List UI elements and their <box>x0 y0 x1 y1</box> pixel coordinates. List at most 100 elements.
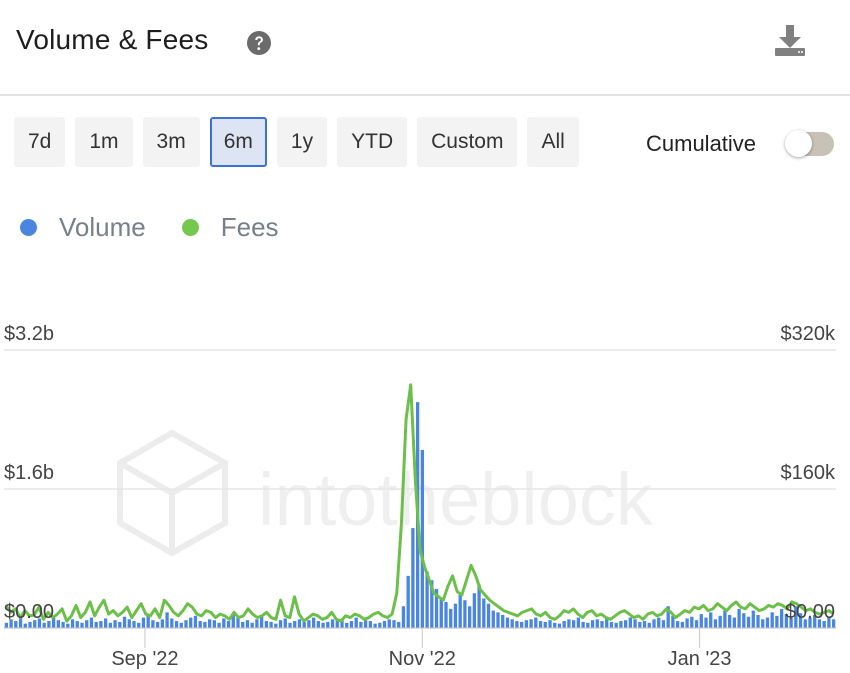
toggle-knob[interactable] <box>785 130 812 157</box>
volume-bar[interactable] <box>226 621 231 628</box>
volume-bar[interactable] <box>411 528 415 628</box>
volume-bar[interactable] <box>118 621 122 628</box>
volume-bar[interactable] <box>354 617 358 628</box>
volume-bar[interactable] <box>657 617 661 628</box>
volume-bar[interactable] <box>141 617 146 628</box>
legend-item-fees[interactable]: Fees <box>181 212 279 243</box>
volume-bar[interactable] <box>761 619 765 628</box>
volume-bar[interactable] <box>179 622 183 628</box>
volume-bar[interactable] <box>562 621 566 628</box>
volume-bar[interactable] <box>571 620 576 628</box>
volume-bar[interactable] <box>122 616 127 628</box>
volume-bar[interactable] <box>363 620 368 628</box>
volume-bar[interactable] <box>742 613 746 628</box>
volume-bar[interactable] <box>321 622 325 628</box>
volume-bar[interactable] <box>510 619 514 628</box>
volume-bar[interactable] <box>699 614 703 628</box>
volume-bar[interactable] <box>274 623 278 628</box>
volume-bar[interactable] <box>132 621 136 628</box>
range-button-custom[interactable]: Custom <box>417 117 518 167</box>
volume-bar[interactable] <box>4 622 9 628</box>
volume-bar[interactable] <box>278 620 283 628</box>
volume-bar[interactable] <box>349 621 354 628</box>
volume-bar[interactable] <box>519 621 524 628</box>
volume-bar[interactable] <box>557 623 562 628</box>
range-button-1y[interactable]: 1y <box>276 117 328 167</box>
volume-bar[interactable] <box>704 617 708 628</box>
volume-bar[interactable] <box>401 606 406 628</box>
volume-bar[interactable] <box>534 617 538 628</box>
volume-bar[interactable] <box>316 621 321 628</box>
volume-bar[interactable] <box>89 617 94 628</box>
volume-bar[interactable] <box>359 621 363 628</box>
volume-bar[interactable] <box>619 621 623 628</box>
volume-bar[interactable] <box>94 621 98 628</box>
volume-bar[interactable] <box>567 619 571 628</box>
volume-bar[interactable] <box>727 614 732 628</box>
volume-bar[interactable] <box>524 620 529 628</box>
volume-bar[interactable] <box>80 622 84 628</box>
download-icon[interactable] <box>772 22 808 58</box>
volume-bar[interactable] <box>576 617 581 628</box>
volume-bar[interactable] <box>472 593 477 628</box>
volume-bar[interactable] <box>723 610 727 629</box>
volume-bar[interactable] <box>675 621 680 628</box>
volume-bar[interactable] <box>595 619 599 628</box>
volume-bar[interactable] <box>184 620 188 628</box>
volume-bar[interactable] <box>198 621 202 628</box>
volume-bar[interactable] <box>189 617 193 628</box>
volume-bar[interactable] <box>56 620 61 628</box>
volume-bar[interactable] <box>609 621 614 628</box>
volume-bar[interactable] <box>444 601 448 628</box>
volume-bar[interactable] <box>690 616 694 628</box>
volume-bar[interactable] <box>529 619 533 628</box>
range-button-ytd[interactable]: YTD <box>337 117 408 167</box>
volume-bar[interactable] <box>236 617 240 628</box>
volume-bar[interactable] <box>259 616 264 628</box>
volume-bar[interactable] <box>420 449 425 628</box>
volume-bar[interactable] <box>694 620 699 628</box>
volume-bar[interactable] <box>709 612 713 628</box>
volume-bar[interactable] <box>193 615 198 628</box>
volume-bar[interactable] <box>685 618 689 628</box>
volume-bar[interactable] <box>581 621 585 628</box>
volume-bar[interactable] <box>623 620 628 628</box>
question-circle-icon[interactable] <box>246 30 272 56</box>
volume-bar[interactable] <box>718 615 722 628</box>
volume-bar[interactable] <box>42 622 46 628</box>
volume-bar[interactable] <box>486 603 491 629</box>
volume-bar[interactable] <box>779 608 784 628</box>
volume-bar[interactable] <box>770 612 774 628</box>
volume-bar[interactable] <box>75 621 79 628</box>
volume-bar[interactable] <box>553 622 557 628</box>
volume-bar[interactable] <box>458 594 462 628</box>
volume-bar[interactable] <box>652 619 656 628</box>
volume-bar[interactable] <box>628 617 633 628</box>
volume-bar[interactable] <box>586 622 590 628</box>
volume-bar[interactable] <box>283 618 287 628</box>
volume-bar[interactable] <box>505 617 510 628</box>
volume-bar[interactable] <box>439 597 443 628</box>
volume-bar[interactable] <box>751 610 755 629</box>
volume-bar[interactable] <box>642 621 647 628</box>
volume-bar[interactable] <box>600 621 604 628</box>
range-button-1m[interactable]: 1m <box>75 117 133 167</box>
volume-bar[interactable] <box>453 603 458 629</box>
volume-bar[interactable] <box>638 621 642 628</box>
volume-bar[interactable] <box>288 622 292 628</box>
range-button-3m[interactable]: 3m <box>142 117 200 167</box>
volume-bar[interactable] <box>311 617 316 628</box>
volume-bar[interactable] <box>482 598 486 628</box>
volume-bar[interactable] <box>756 614 760 628</box>
volume-bar[interactable] <box>775 615 779 628</box>
range-button-all[interactable]: All <box>527 117 579 167</box>
volume-bar[interactable] <box>103 618 108 628</box>
volume-bar[interactable] <box>368 621 373 628</box>
volume-bar[interactable] <box>99 621 103 628</box>
volume-bar[interactable] <box>378 622 382 628</box>
volume-bar[interactable] <box>373 623 377 628</box>
volume-bar[interactable] <box>155 621 160 628</box>
volume-bar[interactable] <box>245 620 250 628</box>
volume-bar[interactable] <box>113 620 117 628</box>
volume-bar[interactable] <box>538 621 543 628</box>
